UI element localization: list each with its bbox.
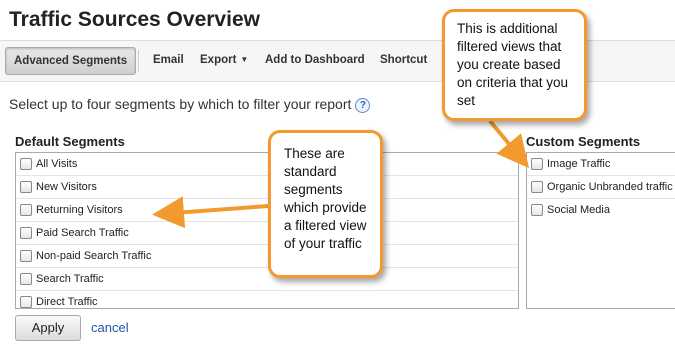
custom-segments-list: Image Traffic Organic Unbranded traffic … [526,152,675,309]
segment-label: All Visits [36,158,78,170]
segment-row-new-visitors[interactable]: New Visitors [16,176,518,199]
segment-row-non-paid-search-traffic[interactable]: Non-paid Search Traffic [16,245,518,268]
checkbox[interactable] [20,204,32,216]
export-label: Export [200,54,237,66]
segment-label: Paid Search Traffic [36,227,129,239]
checkbox[interactable] [20,273,32,285]
instruction-label: Select up to four segments by which to f… [9,96,352,112]
segment-label: Non-paid Search Traffic [36,250,152,262]
segment-label: Direct Traffic [36,296,98,308]
add-to-dashboard-button[interactable]: Add to Dashboard [265,47,365,73]
checkbox[interactable] [531,181,543,193]
shortcut-button[interactable]: Shortcut [380,47,427,73]
segment-label: Search Traffic [36,273,104,285]
default-segments-callout: These are standard segments which provid… [268,130,383,278]
custom-segments-callout: This is additional filtered views that y… [442,9,587,121]
checkbox[interactable] [20,158,32,170]
advanced-segments-button[interactable]: Advanced Segments [5,47,137,75]
cancel-link[interactable]: cancel [91,320,129,335]
segment-row-organic-unbranded-traffic[interactable]: Organic Unbranded traffic [527,176,675,199]
segment-row-returning-visitors[interactable]: Returning Visitors [16,199,518,222]
apply-button[interactable]: Apply [15,315,81,341]
segment-row-direct-traffic[interactable]: Direct Traffic [16,291,518,313]
checkbox[interactable] [531,158,543,170]
instruction-text: Select up to four segments by which to f… [9,96,371,113]
export-button[interactable]: Export ▼ [200,47,248,73]
segment-row-search-traffic[interactable]: Search Traffic [16,268,518,291]
email-button[interactable]: Email [153,47,184,73]
toolbar-divider [138,50,139,72]
default-segments-title: Default Segments [15,134,125,149]
checkbox[interactable] [531,204,543,216]
page-title: Traffic Sources Overview [9,8,260,31]
checkbox[interactable] [20,181,32,193]
segment-row-all-visits[interactable]: All Visits [16,153,518,176]
segment-row-social-media[interactable]: Social Media [527,199,675,221]
help-icon[interactable]: ? [355,98,371,113]
segment-label: Social Media [547,204,610,216]
checkbox[interactable] [20,250,32,262]
segment-row-paid-search-traffic[interactable]: Paid Search Traffic [16,222,518,245]
segment-label: New Visitors [36,181,97,193]
custom-segments-title: Custom Segments [526,134,641,149]
checkbox[interactable] [20,296,32,308]
segment-label: Image Traffic [547,158,611,170]
segment-label: Organic Unbranded traffic [547,181,673,193]
default-segments-list: All Visits New Visitors Returning Visito… [15,152,519,309]
caret-down-icon: ▼ [240,55,249,64]
checkbox[interactable] [20,227,32,239]
segment-row-image-traffic[interactable]: Image Traffic [527,153,675,176]
segment-label: Returning Visitors [36,204,123,216]
